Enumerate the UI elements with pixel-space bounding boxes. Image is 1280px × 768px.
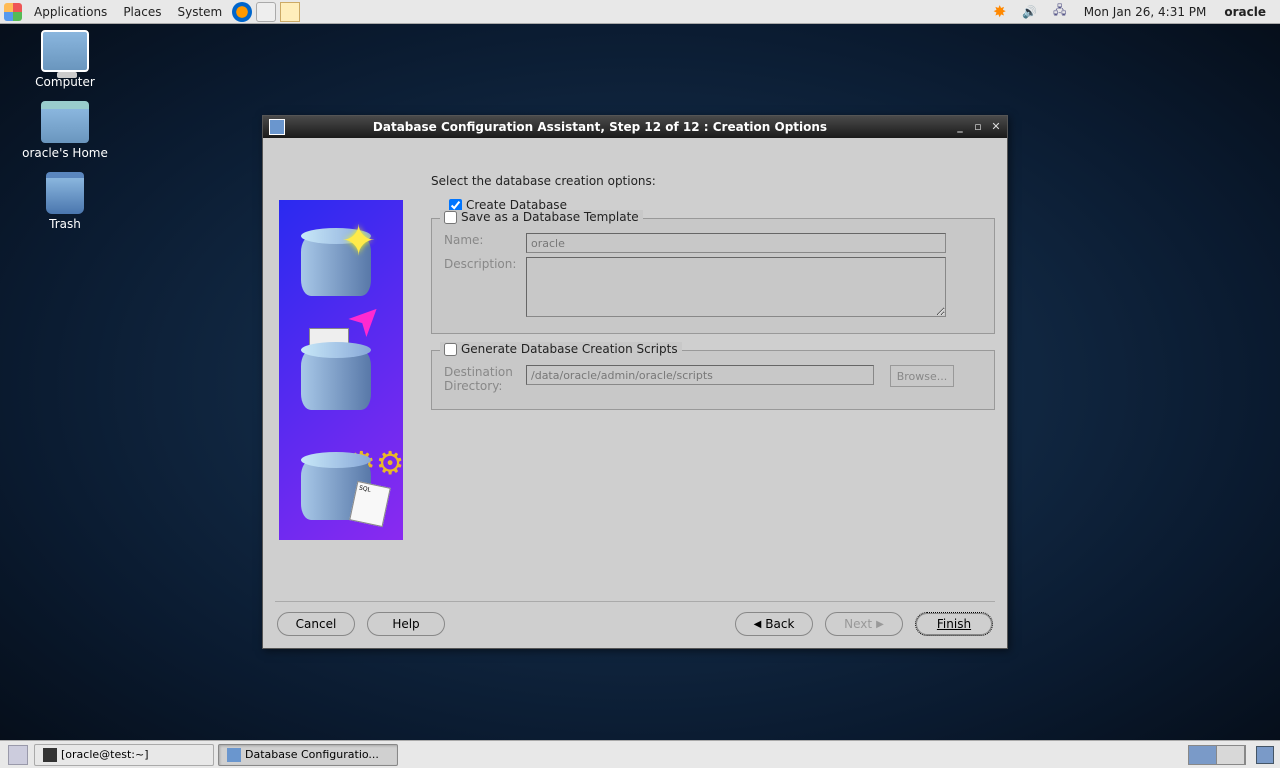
workspace-2[interactable]	[1217, 746, 1245, 764]
save-template-checkbox[interactable]	[444, 211, 457, 224]
desktop-home[interactable]: oracle's Home	[10, 101, 120, 160]
applications-menu[interactable]: Applications	[26, 5, 115, 19]
back-button[interactable]: ◀ Back	[735, 612, 813, 636]
update-icon[interactable]: ✸	[990, 2, 1010, 22]
destination-directory-input	[526, 365, 874, 385]
bottom-panel: [oracle@test:~] Database Configuratio...	[0, 740, 1280, 768]
destination-label: Destination Directory:	[444, 365, 516, 393]
wizard-button-row: Cancel Help ◀ Back Next ▶ Finish	[263, 602, 1007, 648]
home-folder-icon	[41, 101, 89, 143]
clock[interactable]: Mon Jan 26, 4:31 PM	[1078, 5, 1213, 19]
generate-scripts-group: Generate Database Creation Scripts Desti…	[431, 350, 995, 410]
dbca-task-icon	[227, 748, 241, 762]
terminal-icon	[43, 748, 57, 762]
close-button[interactable]: ✕	[989, 120, 1003, 134]
system-menu[interactable]: System	[169, 5, 230, 19]
next-button: Next ▶	[825, 612, 903, 636]
tray-icon[interactable]	[1256, 746, 1274, 764]
instruction-text: Select the database creation options:	[431, 174, 995, 188]
description-label: Description:	[444, 257, 516, 271]
browse-button: Browse...	[890, 365, 954, 387]
cancel-button[interactable]: Cancel	[277, 612, 355, 636]
help-button[interactable]: Help	[367, 612, 445, 636]
finish-button[interactable]: Finish	[915, 612, 993, 636]
network-icon[interactable]: 🖧	[1050, 2, 1070, 22]
next-label: Next	[844, 617, 872, 631]
chevron-left-icon: ◀	[754, 619, 762, 630]
mail-icon[interactable]	[256, 2, 276, 22]
top-panel: Applications Places System ✸ 🔊 🖧 Mon Jan…	[0, 0, 1280, 24]
save-template-group: Save as a Database Template Name: Descri…	[431, 218, 995, 334]
back-label: Back	[765, 617, 794, 631]
save-template-legend: Save as a Database Template	[461, 210, 639, 224]
trash-icon	[46, 172, 84, 214]
generate-scripts-legend: Generate Database Creation Scripts	[461, 342, 678, 356]
workspace-1[interactable]	[1189, 746, 1217, 764]
name-label: Name:	[444, 233, 516, 247]
show-desktop-icon[interactable]	[8, 745, 28, 765]
taskbar-terminal-label: [oracle@test:~]	[61, 748, 149, 761]
generate-scripts-checkbox[interactable]	[444, 343, 457, 356]
notes-icon[interactable]	[280, 2, 300, 22]
app-icon	[269, 119, 285, 135]
desktop-computer[interactable]: Computer	[10, 30, 120, 89]
firefox-icon[interactable]	[232, 2, 252, 22]
user-menu[interactable]: oracle	[1218, 5, 1272, 19]
template-description-input	[526, 257, 946, 317]
gnome-menu-icon[interactable]	[4, 3, 22, 21]
desktop-label: oracle's Home	[10, 146, 120, 160]
template-name-input	[526, 233, 946, 253]
workspace-switcher[interactable]	[1188, 745, 1246, 765]
taskbar-dbca-label: Database Configuratio...	[245, 748, 379, 761]
computer-icon	[41, 30, 89, 72]
taskbar-terminal[interactable]: [oracle@test:~]	[34, 744, 214, 766]
desktop-trash[interactable]: Trash	[10, 172, 120, 231]
dbca-window: Database Configuration Assistant, Step 1…	[262, 115, 1008, 649]
minimize-button[interactable]: _	[953, 120, 967, 134]
desktop: Computer oracle's Home Trash	[10, 30, 120, 231]
desktop-label: Trash	[10, 217, 120, 231]
volume-icon[interactable]: 🔊	[1020, 2, 1040, 22]
places-menu[interactable]: Places	[115, 5, 169, 19]
titlebar[interactable]: Database Configuration Assistant, Step 1…	[263, 116, 1007, 138]
taskbar-dbca[interactable]: Database Configuratio...	[218, 744, 398, 766]
wizard-sidebar-image: ✦➤ ⚙⚙SQL	[279, 200, 403, 540]
maximize-button[interactable]: ▫	[971, 120, 985, 134]
chevron-right-icon: ▶	[876, 619, 884, 630]
window-title: Database Configuration Assistant, Step 1…	[291, 120, 949, 134]
